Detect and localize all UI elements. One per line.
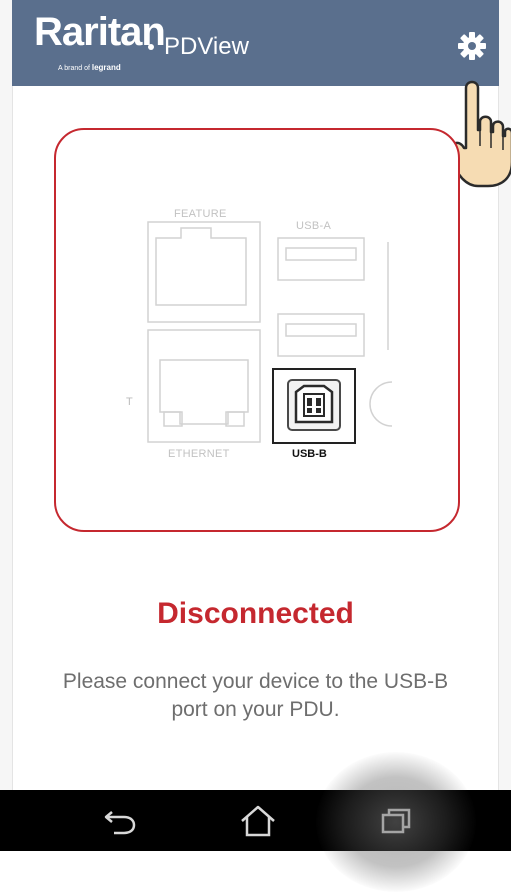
pdu-ports-diagram: [147, 221, 393, 443]
ethernet-port-label: ETHERNET: [168, 448, 230, 460]
home-button[interactable]: [218, 790, 298, 851]
usb-b-port-highlight: [272, 368, 356, 444]
phone-screen: Raritan A brand of legrand PDView FEATUR…: [0, 0, 511, 892]
recent-apps-button[interactable]: [356, 790, 436, 851]
connection-instructions: Please connect your device to the USB-B …: [62, 670, 449, 721]
settings-button[interactable]: [456, 30, 488, 62]
brand-tagline-prefix: A brand of: [58, 65, 90, 72]
brand-tagline: A brand of legrand: [58, 64, 121, 73]
back-icon: [104, 810, 136, 834]
back-button[interactable]: [80, 790, 160, 851]
usb-a-port-label: USB-A: [296, 220, 332, 232]
screen-left-edge: [0, 0, 13, 790]
product-name: PDView: [164, 33, 249, 60]
connection-status: Disconnected: [157, 597, 354, 630]
left-edge-label: T: [126, 396, 134, 408]
gear-icon: [458, 32, 486, 60]
usb-b-port-label: USB-B: [292, 448, 327, 460]
app-bar: Raritan A brand of legrand PDView: [12, 0, 499, 86]
port-diagram-card: FEATURE USB-A ETHERNET T USB-B: [54, 128, 460, 532]
brand-tagline-company: legrand: [91, 63, 121, 72]
brand-logo-dot: [148, 44, 154, 50]
feature-port-label: FEATURE: [174, 208, 227, 220]
home-icon: [241, 805, 275, 836]
recent-apps-icon: [381, 808, 411, 833]
usb-b-port-icon: [287, 379, 341, 431]
system-nav-bar: [0, 790, 511, 851]
brand-logo-text: Raritan: [34, 10, 166, 54]
